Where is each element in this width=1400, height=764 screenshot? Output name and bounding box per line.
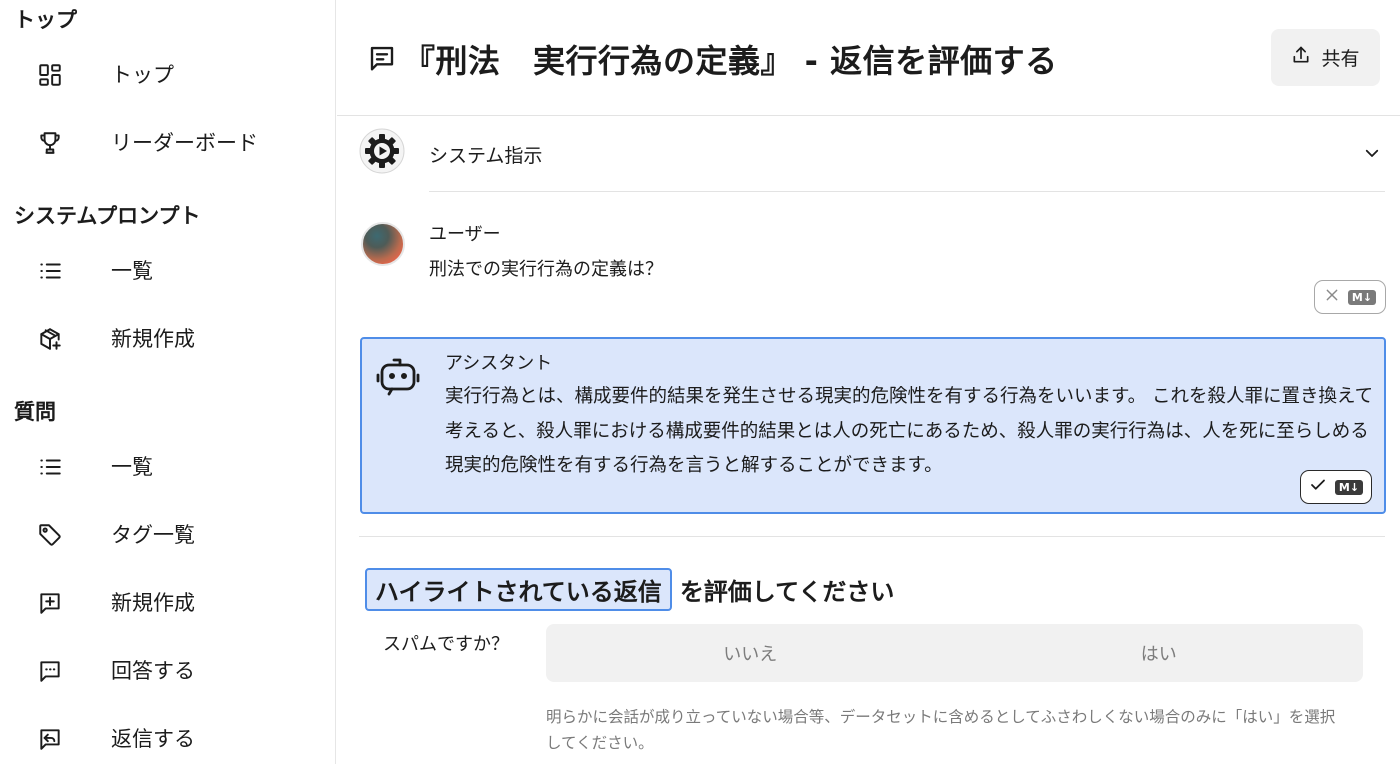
user-name: ユーザー: [429, 224, 501, 245]
robot-icon: [376, 355, 420, 399]
main-content: 『刑法 実行行為の定義』 - 返信を評価する 共有 システム指示 ユーザー 刑法…: [337, 0, 1400, 764]
sidebar-item-leaderboard[interactable]: リーダーボード: [0, 114, 335, 170]
sidebar-item-question-new[interactable]: 新規作成: [0, 574, 335, 630]
spam-question: スパムですか？: [383, 634, 509, 655]
system-instruction-label: システム指示: [429, 145, 543, 167]
share-label: 共有: [1321, 48, 1360, 70]
spam-option-no[interactable]: いいえ: [546, 624, 955, 682]
spam-radio-group: いいえ はい: [546, 624, 1363, 682]
sidebar-item-label: 新規作成: [111, 591, 195, 615]
sidebar-item-label: 返信する: [111, 727, 195, 751]
divider: [359, 536, 1385, 537]
box-plus-icon: [36, 325, 64, 353]
share-button[interactable]: 共有: [1271, 29, 1380, 86]
check-icon: [1309, 476, 1327, 498]
sidebar-item-label: タグ一覧: [111, 523, 195, 547]
markdown-icon: M↓: [1334, 479, 1364, 495]
sidebar-item-top[interactable]: トップ: [0, 46, 335, 102]
spam-option-yes[interactable]: はい: [955, 624, 1364, 682]
section-title-top: トップ: [14, 8, 77, 32]
divider: [429, 191, 1385, 192]
sidebar-item-label: 一覧: [111, 455, 153, 479]
highlighted-reply-label: ハイライトされている返信: [365, 568, 672, 611]
close-icon: [1324, 287, 1340, 307]
system-gear-icon: [359, 128, 405, 174]
sidebar-item-label: 新規作成: [111, 327, 195, 351]
list-icon: [36, 453, 64, 481]
markdown-icon: M↓: [1347, 289, 1377, 305]
sidebar-item-label: 一覧: [111, 259, 153, 283]
chevron-down-icon[interactable]: [1363, 144, 1381, 162]
page-title: 『刑法 実行行為の定義』 - 返信を評価する: [403, 42, 1058, 80]
tag-icon: [36, 521, 64, 549]
sidebar-item-label: リーダーボード: [111, 131, 258, 155]
list-icon: [36, 257, 64, 285]
user-message: ユーザー 刑法での実行行為の定義は？ M↓: [359, 218, 1386, 318]
assistant-message-text: 実行行為とは、構成要件的結果を発生させる現実的危険性を有する行為をいいます。 こ…: [445, 386, 1374, 476]
spam-help-text: 明らかに会話が成り立っていない場合等、データセットに含めるとしてふさわしくない場…: [546, 708, 1336, 752]
share-icon: [1291, 45, 1311, 70]
sidebar: トップ トップ リーダーボード システムプロンプト 一覧 新規作成 質問 一覧 …: [0, 0, 336, 764]
trophy-icon: [36, 129, 64, 157]
avatar: [361, 222, 405, 266]
assistant-name: アシスタント: [445, 353, 553, 374]
message-dots-icon: [36, 657, 64, 685]
sidebar-item-prompt-list[interactable]: 一覧: [0, 242, 335, 298]
message-reply-icon: [36, 725, 64, 753]
message-icon: [367, 43, 397, 73]
sidebar-item-label: トップ: [111, 63, 174, 87]
markdown-toggle[interactable]: M↓: [1300, 470, 1372, 504]
sidebar-item-label: 回答する: [111, 659, 195, 683]
page-header: 『刑法 実行行為の定義』 - 返信を評価する 共有: [337, 0, 1400, 116]
markdown-toggle[interactable]: M↓: [1314, 280, 1386, 314]
sidebar-item-answer[interactable]: 回答する: [0, 642, 335, 698]
section-title-questions: 質問: [14, 400, 56, 424]
evaluation-heading-text: を評価してください: [679, 578, 895, 606]
system-instruction-row[interactable]: システム指示: [359, 128, 1385, 180]
user-message-text: 刑法での実行行為の定義は？: [429, 259, 663, 280]
sidebar-item-prompt-new[interactable]: 新規作成: [0, 310, 335, 366]
message-plus-icon: [36, 589, 64, 617]
evaluation-heading: ハイライトされている返信 を評価してください: [365, 568, 894, 611]
assistant-message-highlighted: アシスタント 実行行為とは、構成要件的結果を発生させる現実的危険性を有する行為を…: [360, 337, 1386, 514]
sidebar-item-question-list[interactable]: 一覧: [0, 438, 335, 494]
sidebar-item-tag-list[interactable]: タグ一覧: [0, 506, 335, 562]
sidebar-item-reply[interactable]: 返信する: [0, 710, 335, 764]
section-title-system-prompt: システムプロンプト: [14, 204, 201, 228]
grid-icon: [36, 61, 64, 89]
